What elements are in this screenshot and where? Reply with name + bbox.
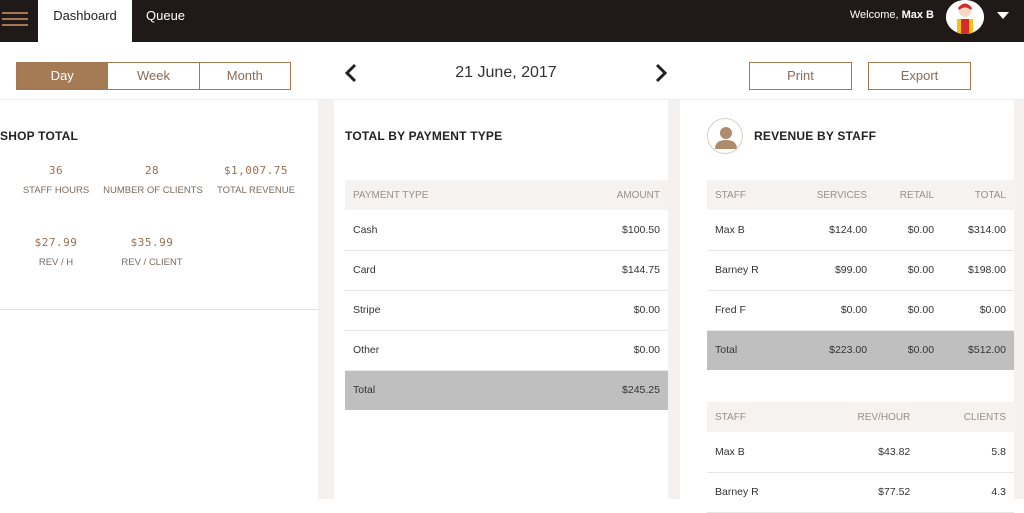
amount-cell: $100.50 <box>540 210 668 251</box>
column-header: PAYMENT TYPE <box>345 180 541 210</box>
staff-name-cell: Fred F <box>707 290 787 331</box>
total-label-cell: Total <box>707 330 787 370</box>
revenue-by-staff-title: REVENUE BY STAFF <box>754 129 877 143</box>
column-header: REV/HOUR <box>805 402 919 432</box>
top-nav: Dashboard Queue Welcome, Max B <box>0 0 1024 42</box>
tab-queue[interactable]: Queue <box>132 0 199 42</box>
table-row: Stripe $0.00 <box>345 290 668 331</box>
payment-type-title: TOTAL BY PAYMENT TYPE <box>345 129 503 143</box>
table-row: Max B $124.00 $0.00 $314.00 <box>707 210 1014 251</box>
services-cell: $99.00 <box>786 250 876 291</box>
print-button[interactable]: Print <box>749 62 852 90</box>
clients-value: 28 <box>144 164 160 177</box>
total-revenue-value: $1,007.75 <box>223 164 289 177</box>
table-row: Barney R $77.52 4.3 <box>707 472 1014 513</box>
payment-type-panel: TOTAL BY PAYMENT TYPE PAYMENT TYPE AMOUN… <box>334 100 668 499</box>
staff-name-cell: Barney R <box>707 250 787 291</box>
divider <box>0 309 318 310</box>
previous-date-icon[interactable] <box>344 63 358 89</box>
staff-name-cell: Barney R <box>707 472 806 513</box>
revenue-by-staff-panel: REVENUE BY STAFF STAFF SERVICES RETAIL T… <box>680 100 1014 513</box>
total-cell: $0.00 <box>942 290 1014 331</box>
payment-type-cell: Card <box>345 250 541 291</box>
table-row: Fred F $0.00 $0.00 $0.00 <box>707 290 1014 331</box>
tab-dashboard[interactable]: Dashboard <box>38 0 132 42</box>
toolbar: Day Week Month 21 June, 2017 Print Expor… <box>0 42 1024 100</box>
staff-name-cell: Max B <box>707 432 806 473</box>
panel-gutter <box>1014 100 1024 499</box>
table-row: Other $0.00 <box>345 330 668 371</box>
table-header-row: STAFF SERVICES RETAIL TOTAL <box>707 180 1014 210</box>
total-amount-cell: $512.00 <box>942 330 1014 370</box>
table-header-row: STAFF REV/HOUR CLIENTS <box>707 402 1014 432</box>
total-amount-cell: $245.25 <box>540 370 668 410</box>
staff-hours-label: STAFF HOURS <box>22 185 90 196</box>
total-row: Total $245.25 <box>345 370 668 410</box>
retail-cell: $0.00 <box>875 290 943 331</box>
amount-cell: $144.75 <box>540 250 668 291</box>
staff-rates-table: STAFF REV/HOUR CLIENTS Max B $43.82 5.8 … <box>707 402 1014 513</box>
table-header-row: PAYMENT TYPE AMOUNT <box>345 180 668 210</box>
next-date-icon[interactable] <box>654 63 668 89</box>
user-avatar[interactable] <box>946 0 984 34</box>
payment-type-cell: Stripe <box>345 290 541 331</box>
rev-per-hour-value: $27.99 <box>34 236 78 249</box>
amount-cell: $0.00 <box>540 290 668 331</box>
export-button[interactable]: Export <box>868 62 971 90</box>
column-header: CLIENTS <box>918 402 1014 432</box>
services-cell: $0.00 <box>786 290 876 331</box>
range-day-button[interactable]: Day <box>16 62 109 90</box>
total-cell: $198.00 <box>942 250 1014 291</box>
rev-per-hour-label: REV / H <box>38 257 74 268</box>
current-date: 21 June, 2017 <box>455 64 557 81</box>
staff-name-cell: Max B <box>707 210 787 251</box>
column-header: STAFF <box>707 402 806 432</box>
welcome-prefix: Welcome, <box>849 9 899 21</box>
clients-cell: 5.8 <box>918 432 1014 473</box>
range-month-button[interactable]: Month <box>199 62 291 90</box>
amount-cell: $0.00 <box>540 330 668 371</box>
rev-per-client-label: REV / CLIENT <box>121 257 183 268</box>
shop-total-title: SHOP TOTAL <box>0 129 79 143</box>
column-header: AMOUNT <box>540 180 668 210</box>
revenue-by-staff-table: STAFF SERVICES RETAIL TOTAL Max B $124.0… <box>707 180 1014 370</box>
total-label-cell: Total <box>345 370 541 410</box>
date-range-selector: Day Week Month <box>16 62 291 90</box>
total-row: Total $223.00 $0.00 $512.00 <box>707 330 1014 370</box>
retail-cell: $0.00 <box>875 250 943 291</box>
hamburger-menu-icon[interactable] <box>2 8 28 34</box>
payment-type-cell: Cash <box>345 210 541 251</box>
total-cell: $314.00 <box>942 210 1014 251</box>
user-menu-dropdown-icon[interactable] <box>997 12 1009 19</box>
user-name: Max B <box>901 9 934 21</box>
welcome-text: Welcome, Max B <box>850 9 934 21</box>
column-header: STAFF <box>707 180 787 210</box>
shop-total-panel: SHOP TOTAL 36 STAFF HOURS 28 NUMBER OF C… <box>0 100 318 499</box>
column-header: TOTAL <box>942 180 1014 210</box>
table-row: Card $144.75 <box>345 250 668 291</box>
column-header: RETAIL <box>875 180 943 210</box>
retail-cell: $0.00 <box>875 210 943 251</box>
payment-type-cell: Other <box>345 330 541 371</box>
clients-label: NUMBER OF CLIENTS <box>103 185 203 196</box>
table-row: Max B $43.82 5.8 <box>707 432 1014 473</box>
rev-per-client-value: $35.99 <box>130 236 174 249</box>
total-services-cell: $223.00 <box>786 330 876 370</box>
column-header: SERVICES <box>786 180 876 210</box>
panel-gutter <box>318 100 334 499</box>
total-revenue-label: TOTAL REVENUE <box>217 185 295 196</box>
rev-per-hour-cell: $77.52 <box>805 472 919 513</box>
table-row: Barney R $99.00 $0.00 $198.00 <box>707 250 1014 291</box>
rev-per-hour-cell: $43.82 <box>805 432 919 473</box>
payment-type-table: PAYMENT TYPE AMOUNT Cash $100.50 Card $1… <box>345 180 668 410</box>
services-cell: $124.00 <box>786 210 876 251</box>
total-retail-cell: $0.00 <box>875 330 943 370</box>
staff-hours-value: 36 <box>48 164 64 177</box>
table-row: Cash $100.50 <box>345 210 668 251</box>
clients-cell: 4.3 <box>918 472 1014 513</box>
range-week-button[interactable]: Week <box>108 62 200 90</box>
staff-avatar-icon <box>707 118 743 154</box>
panel-gutter <box>668 100 680 499</box>
